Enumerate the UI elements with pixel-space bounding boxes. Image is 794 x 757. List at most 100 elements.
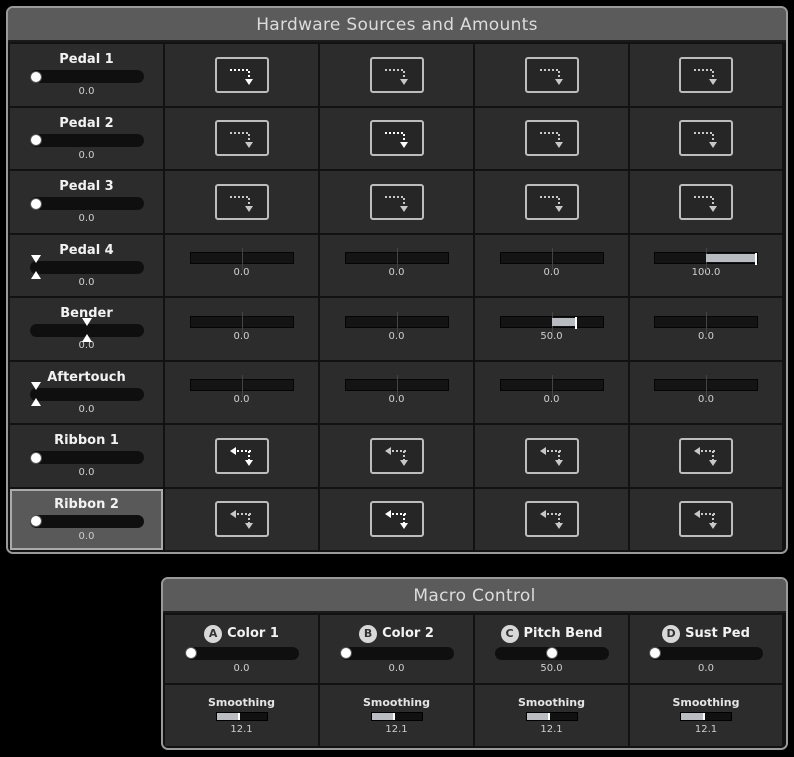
link-button[interactable]: [679, 56, 733, 93]
source-bender[interactable]: Bender 0.0: [10, 298, 163, 360]
slider-knob[interactable]: [29, 451, 42, 464]
amount-bar[interactable]: [654, 375, 758, 398]
smoothing-slider[interactable]: [525, 712, 578, 721]
link-button[interactable]: [214, 183, 269, 220]
source-slider[interactable]: [29, 197, 144, 211]
route-cell: [630, 107, 782, 169]
slider-knob[interactable]: [545, 647, 558, 659]
slider-knob[interactable]: [29, 70, 42, 83]
source-slider[interactable]: [29, 133, 144, 147]
amount-bar[interactable]: [499, 375, 604, 398]
source-pedal-4[interactable]: Pedal 4 0.0: [10, 234, 163, 296]
macro-value: 50.0: [540, 662, 563, 674]
source-ribbon-1[interactable]: Ribbon 1 0.0: [10, 425, 163, 487]
amount-bar[interactable]: [654, 248, 758, 271]
macro-value: 0.0: [698, 662, 714, 674]
link-button[interactable]: [524, 120, 579, 157]
macro-slider[interactable]: [184, 646, 299, 660]
smoothing-slider[interactable]: [680, 712, 732, 721]
source-slider[interactable]: [29, 254, 144, 279]
amount-center-line: [706, 311, 707, 334]
smoothing-value: 12.1: [694, 724, 718, 735]
link-button[interactable]: [214, 56, 269, 93]
link-button[interactable]: [679, 120, 733, 157]
source-slider[interactable]: [29, 381, 144, 406]
amount-center-line: [396, 311, 398, 334]
link-button[interactable]: [214, 120, 269, 157]
link-button[interactable]: [679, 437, 733, 474]
route-down-arrow-icon: [225, 62, 259, 88]
route-cell: [630, 425, 782, 487]
macro-d[interactable]: D Sust Ped 0.0: [630, 615, 782, 683]
smoothing-fill: [526, 713, 549, 720]
route-cell: 0.0: [320, 234, 473, 296]
smoothing-value: 12.1: [540, 724, 563, 735]
link-button[interactable]: [524, 501, 579, 538]
source-slider[interactable]: [29, 514, 144, 528]
source-value: 0.0: [78, 86, 95, 98]
amount-bar[interactable]: [499, 248, 604, 271]
source-slider[interactable]: [29, 70, 144, 84]
route-down-arrow-icon: [380, 189, 414, 215]
source-name: Ribbon 1: [54, 433, 119, 449]
smoothing-cell: Smoothing 12.1: [320, 685, 473, 746]
link-button[interactable]: [369, 501, 424, 538]
amount-bar[interactable]: [344, 375, 449, 398]
route-cell: 0.0: [630, 361, 782, 423]
smoothing-marker: [238, 713, 240, 720]
source-ribbon-2[interactable]: Ribbon 2 0.0: [10, 488, 163, 550]
slider-knob[interactable]: [29, 515, 42, 528]
source-slider[interactable]: [29, 318, 144, 343]
link-button[interactable]: [369, 183, 424, 220]
amount-bar[interactable]: [189, 311, 294, 334]
amount-fill: [551, 317, 577, 326]
macro-b[interactable]: B Color 2 0.0: [320, 615, 473, 683]
smoothing-slider[interactable]: [215, 712, 268, 721]
link-button[interactable]: [524, 183, 579, 220]
macro-c[interactable]: C Pitch Bend 50.0: [475, 615, 628, 683]
route-cell: [165, 171, 318, 233]
amount-center-line: [241, 311, 243, 334]
slider-knob[interactable]: [29, 197, 42, 210]
route-cell: 0.0: [165, 361, 318, 423]
smoothing-label: Smoothing: [517, 696, 586, 709]
link-button[interactable]: [524, 56, 579, 93]
link-button[interactable]: [524, 437, 579, 474]
route-down-arrow-icon: [225, 125, 259, 151]
source-pedal-2[interactable]: Pedal 2 0.0: [10, 107, 163, 169]
amount-bar[interactable]: [189, 248, 294, 271]
route-cell: [475, 488, 628, 550]
smoothing-slider[interactable]: [370, 712, 423, 721]
amount-bar[interactable]: [189, 375, 294, 398]
slider-knob[interactable]: [29, 134, 42, 147]
source-slider[interactable]: [29, 451, 144, 465]
macro-grid: A Color 1 0.0 B Color 2 0.0 C Pitch Bend 50.0 D Su…: [163, 613, 786, 748]
link-button[interactable]: [679, 183, 733, 220]
slider-knob[interactable]: [649, 647, 661, 659]
macro-letter-icon: C: [500, 624, 519, 643]
macro-value: 0.0: [233, 662, 250, 674]
macro-header: A Color 1: [204, 624, 279, 643]
macro-slider[interactable]: [649, 646, 763, 660]
amount-bar[interactable]: [654, 311, 758, 334]
slider-knob[interactable]: [339, 647, 352, 659]
macro-header: D Sust Ped: [662, 624, 750, 643]
source-pedal-1[interactable]: Pedal 1 0.0: [10, 44, 163, 106]
link-button[interactable]: [369, 120, 424, 157]
link-button[interactable]: [679, 501, 733, 538]
slider-knob[interactable]: [184, 647, 197, 659]
source-aftertouch[interactable]: Aftertouch 0.0: [10, 361, 163, 423]
link-button[interactable]: [214, 437, 269, 474]
link-button[interactable]: [214, 501, 269, 538]
macro-a[interactable]: A Color 1 0.0: [165, 615, 318, 683]
link-button[interactable]: [369, 56, 424, 93]
amount-bar[interactable]: [344, 311, 449, 334]
source-pedal-3[interactable]: Pedal 3 0.0: [10, 171, 163, 233]
macro-letter-icon: D: [662, 624, 681, 643]
amount-bar[interactable]: [499, 311, 604, 334]
amount-bar[interactable]: [344, 248, 449, 271]
link-button[interactable]: [369, 437, 424, 474]
macro-slider[interactable]: [494, 646, 609, 660]
macro-slider[interactable]: [339, 646, 454, 660]
route-cell: [320, 488, 473, 550]
